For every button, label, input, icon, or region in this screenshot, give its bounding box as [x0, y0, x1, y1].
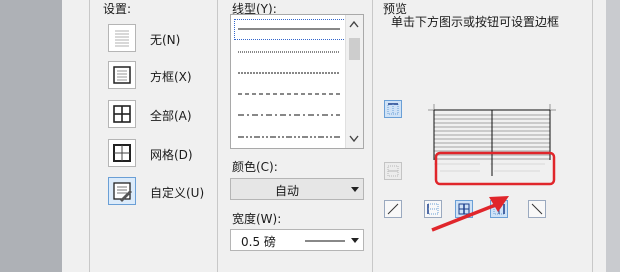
- diagonal-down-button[interactable]: [384, 200, 402, 218]
- setting-none-label: 无(N): [150, 33, 181, 47]
- settings-label: 设置:: [103, 2, 132, 16]
- setting-grid[interactable]: 网格(D): [108, 139, 220, 169]
- scroll-up-icon: [349, 20, 359, 28]
- inner-vertical-button[interactable]: [455, 200, 473, 218]
- scroll-thumb: [349, 38, 360, 60]
- style-divider: [372, 0, 373, 272]
- setting-none[interactable]: 无(N): [108, 24, 220, 54]
- right-border-button[interactable]: [490, 200, 508, 218]
- color-value: 自动: [274, 184, 299, 198]
- right-backdrop: [606, 0, 620, 272]
- inner-horizontal-button[interactable]: [384, 162, 402, 180]
- setting-custom[interactable]: 自定义(U): [108, 177, 220, 207]
- width-label: 宽度(W):: [232, 212, 282, 226]
- border-preview[interactable]: [420, 98, 580, 198]
- line-style-list[interactable]: [230, 14, 364, 149]
- top-border-button[interactable]: [384, 100, 402, 118]
- setting-grid-label: 网格(D): [150, 148, 193, 162]
- box-border-icon: [108, 61, 136, 89]
- scroll-down-icon: [349, 135, 359, 143]
- custom-border-icon: [108, 177, 136, 205]
- preview-hint: 单击下方图示或按钮可设置边框: [391, 15, 560, 29]
- setting-all-label: 全部(A): [150, 109, 192, 123]
- setting-box[interactable]: 方框(X): [108, 61, 220, 91]
- left-divider: [89, 0, 90, 272]
- setting-box-label: 方框(X): [150, 70, 192, 84]
- color-label: 颜色(C):: [232, 160, 278, 174]
- right-divider: [592, 0, 593, 272]
- color-dropdown[interactable]: 自动: [230, 178, 364, 200]
- width-dropdown[interactable]: 0.5 磅: [230, 229, 364, 251]
- chevron-down-icon: [351, 187, 359, 192]
- grid-border-icon: [108, 139, 136, 167]
- width-line-sample: [305, 240, 345, 242]
- no-border-icon: [108, 24, 136, 52]
- setting-custom-label: 自定义(U): [150, 186, 205, 200]
- line-style-scrollbar[interactable]: [345, 15, 363, 148]
- setting-all[interactable]: 全部(A): [108, 100, 220, 130]
- left-border-button[interactable]: [424, 200, 442, 218]
- chevron-down-icon: [351, 238, 359, 243]
- width-value: 0.5 磅: [241, 235, 276, 249]
- diagonal-up-button[interactable]: [528, 200, 546, 218]
- line-style-options[interactable]: [231, 15, 345, 148]
- all-borders-icon: [108, 100, 136, 128]
